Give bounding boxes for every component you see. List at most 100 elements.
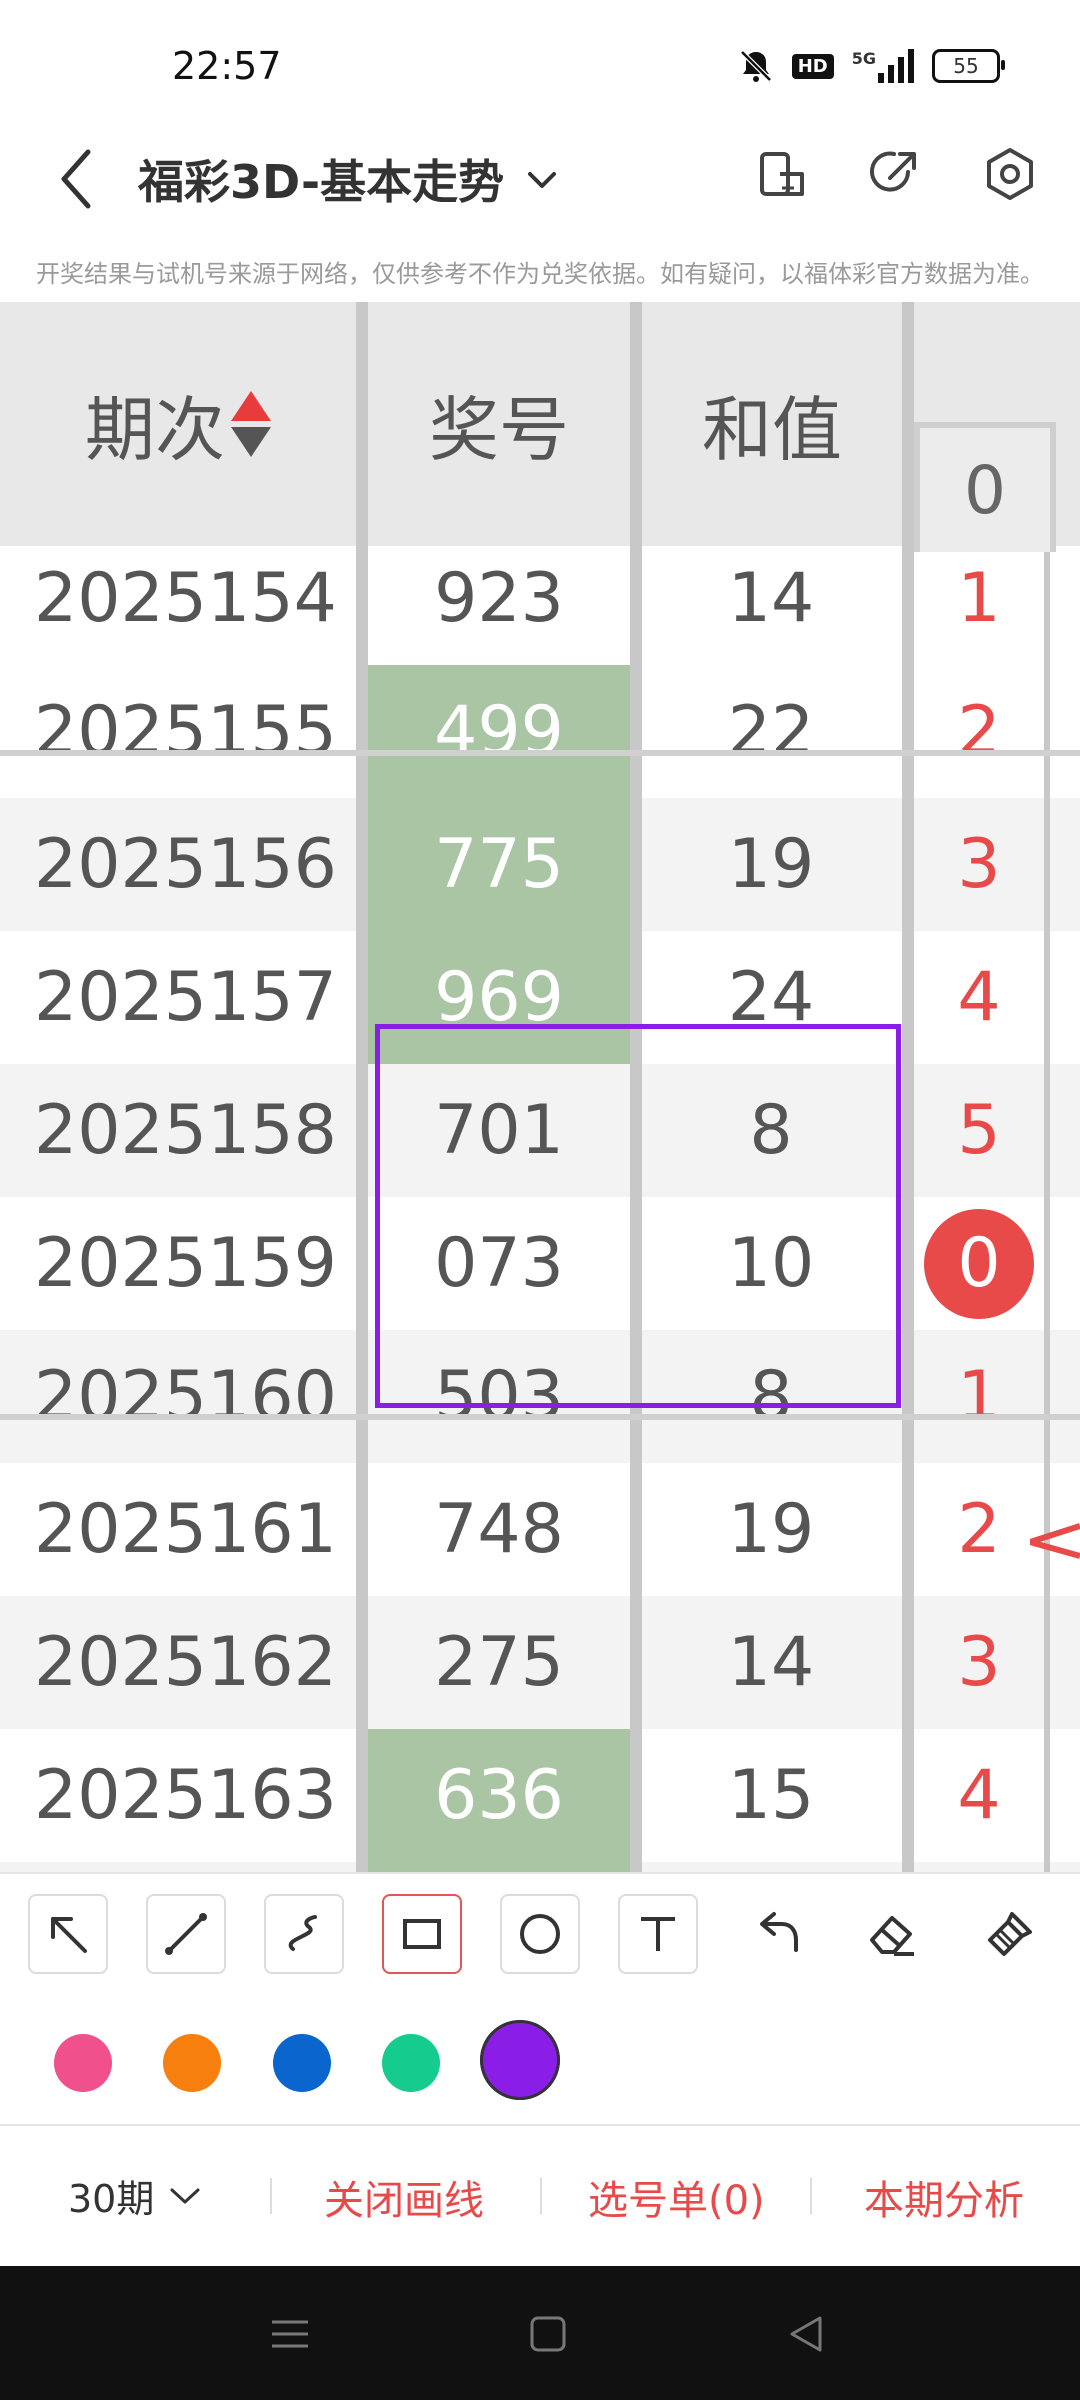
hd-icon: HD	[791, 53, 834, 79]
divider	[810, 2178, 812, 2214]
menu-icon[interactable]	[266, 2310, 314, 2358]
back-icon[interactable]	[782, 2310, 830, 2358]
trend-table: 2025154 923 14 1 2025155 499 22 2 202515…	[0, 302, 1080, 1872]
period-header[interactable]: 期次	[0, 302, 356, 546]
number-cell: 636	[368, 1729, 630, 1862]
current-analysis-button[interactable]: 本期分析	[864, 2168, 1024, 2226]
selection-list-button[interactable]: 选号单(0)	[588, 2168, 765, 2226]
rotate-screen-icon[interactable]	[752, 144, 812, 204]
zero-miss-cell: 1	[957, 1357, 1001, 1436]
rectangle-tool[interactable]	[382, 1894, 462, 1974]
text-icon	[641, 1917, 675, 1951]
divider	[270, 2178, 272, 2214]
table-row[interactable]: 2025164 337 13 5	[0, 1862, 1080, 1872]
period-cell: 2025163	[34, 1756, 337, 1835]
digit-zero-header: 0	[914, 422, 1056, 552]
number-cell: 748	[434, 1490, 564, 1569]
battery-icon: 55	[932, 49, 1005, 83]
color-swatch-pink[interactable]	[54, 2034, 112, 2092]
trend-line	[1030, 1523, 1080, 1559]
hit-ball: 0	[924, 1208, 1034, 1319]
period-cell: 2025158	[34, 1091, 337, 1170]
sum-cell: 19	[727, 1490, 815, 1569]
sort-icon[interactable]	[231, 391, 271, 457]
sum-cell: 22	[727, 692, 815, 771]
number-cell: 923	[434, 559, 564, 638]
period-cell: 2025154	[34, 559, 337, 638]
rectangle-icon	[403, 1919, 441, 1949]
sum-header: 和值	[702, 388, 842, 471]
divider	[540, 2178, 542, 2214]
text-tool[interactable]	[618, 1894, 698, 1974]
group-divider	[0, 750, 1080, 756]
period-cell: 2025159	[34, 1224, 337, 1303]
period-cell: 2025162	[34, 1623, 337, 1702]
zero-miss-cell: 3	[957, 1623, 1001, 1702]
drawn-rectangle[interactable]	[375, 1024, 901, 1408]
chevron-down-icon	[170, 2188, 200, 2203]
number-cell: 275	[434, 1623, 564, 1702]
zero-miss-cell: 2	[957, 1490, 1001, 1569]
undo-tool[interactable]	[736, 1894, 816, 1974]
period-cell: 2025164	[0, 1862, 360, 1872]
app-header: 福彩3D-基本走势	[0, 130, 1080, 240]
disclaimer-notice: 开奖结果与试机号来源于网络，仅供参考不作为兑奖依据。如有疑问，以福体彩官方数据为…	[36, 260, 1044, 288]
period-cell: 2025160	[34, 1357, 337, 1436]
signal-icon: 5G	[852, 49, 914, 83]
number-cell: 499	[368, 665, 630, 798]
back-arrow-icon[interactable]	[48, 144, 108, 214]
close-lines-button[interactable]: 关闭画线	[324, 2168, 484, 2226]
zero-miss-cell: 5	[957, 1091, 1001, 1170]
number-cell: 775	[368, 798, 630, 931]
zero-miss-cell: 4	[957, 958, 1001, 1037]
bottom-action-bar: 30期 关闭画线 选号单(0) 本期分析	[0, 2126, 1080, 2266]
period-cell: 2025156	[34, 825, 337, 904]
circle-icon	[520, 1914, 560, 1954]
settings-icon[interactable]	[980, 144, 1040, 204]
table-header: 期次 奖号 和值 0	[0, 302, 1080, 552]
home-icon[interactable]	[524, 2310, 572, 2358]
chevron-down-icon[interactable]	[522, 160, 562, 200]
eraser-tool[interactable]	[852, 1894, 932, 1974]
zero-miss-cell: 4	[957, 1756, 1001, 1835]
zero-miss-cell: 3	[957, 825, 1001, 904]
period-count-selector[interactable]: 30期	[68, 2168, 202, 2223]
circle-tool[interactable]	[500, 1894, 580, 1974]
color-palette	[0, 1998, 1080, 2126]
table-row[interactable]: 2025156 775 19 3	[0, 798, 1080, 931]
color-swatch-blue[interactable]	[273, 2034, 331, 2092]
mute-bell-icon	[739, 50, 772, 82]
arrow-tool[interactable]	[28, 1894, 108, 1974]
table-row[interactable]: 2025161 748 19 2	[0, 1463, 1080, 1596]
line-tool[interactable]	[146, 1894, 226, 1974]
number-cell: 337	[368, 1862, 630, 1872]
sum-cell: 14	[727, 1623, 815, 1702]
share-icon[interactable]	[864, 144, 924, 204]
sum-cell: 13	[640, 1862, 902, 1872]
clear-tool[interactable]	[970, 1894, 1050, 1974]
system-nav-bar	[0, 2266, 1080, 2400]
color-swatch-orange[interactable]	[163, 2034, 221, 2092]
color-swatch-green[interactable]	[382, 2034, 440, 2092]
group-divider	[0, 1414, 1080, 1420]
period-cell: 2025157	[34, 958, 337, 1037]
sum-cell: 15	[727, 1756, 815, 1835]
status-icons: HD 5G 55	[738, 48, 1005, 84]
table-row[interactable]: 2025155 499 22 2	[0, 665, 1080, 798]
line-icon	[165, 1913, 207, 1955]
curve-tool[interactable]	[264, 1894, 344, 1974]
curve-icon	[288, 1915, 317, 1951]
sum-cell: 19	[727, 825, 815, 904]
page-title[interactable]: 福彩3D-基本走势	[138, 146, 504, 212]
arrow-icon	[51, 1917, 87, 1953]
color-swatch-purple-selected[interactable]	[480, 2020, 560, 2100]
zero-miss-cell: 0	[914, 1197, 1044, 1330]
zero-miss-cell: 5	[914, 1862, 1044, 1872]
period-cell: 2025161	[34, 1490, 337, 1569]
table-row[interactable]: 2025163 636 15 4	[0, 1729, 1080, 1862]
sum-cell: 14	[727, 559, 815, 638]
table-row[interactable]: 2025162 275 14 3	[0, 1596, 1080, 1729]
status-time: 22:57	[172, 44, 282, 88]
drawing-toolbar	[0, 1872, 1080, 2000]
status-bar: 22:57 HD 5G 55	[0, 0, 1080, 130]
